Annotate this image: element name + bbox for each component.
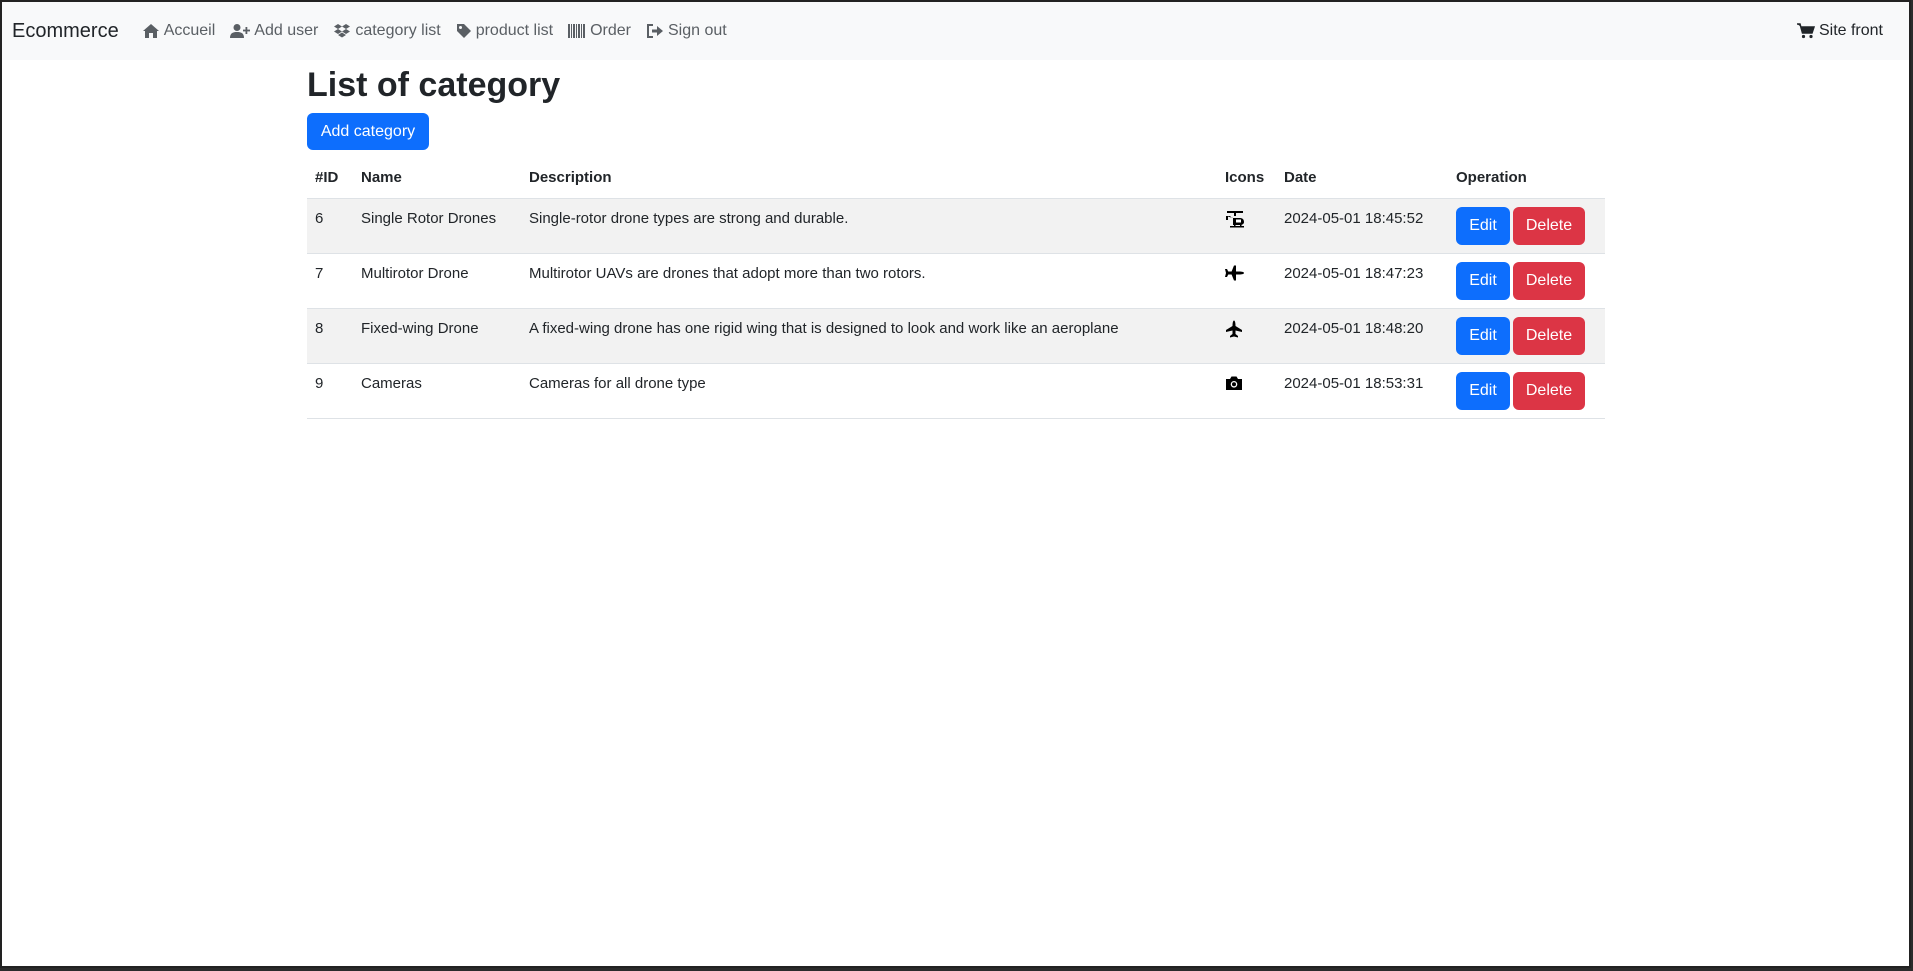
browser-viewport: Ecommerce Accueil Add user category list…	[0, 0, 1911, 968]
page-title: List of category	[307, 66, 561, 104]
helicopter-icon	[1226, 210, 1244, 227]
nav-item-label: Order	[590, 22, 631, 39]
cell-date: 2024-05-01 18:45:52	[1276, 198, 1448, 254]
cell-name: Cameras	[353, 363, 521, 419]
cell-date: 2024-05-01 18:48:20	[1276, 308, 1448, 364]
navbar-brand[interactable]: Ecommerce	[12, 20, 119, 43]
user-plus-icon	[230, 24, 251, 38]
cell-operation: Edit Delete	[1448, 253, 1605, 309]
cell-icon	[1217, 363, 1276, 419]
delete-button[interactable]: Delete	[1513, 261, 1585, 300]
dropbox-icon	[334, 24, 351, 38]
nav-item-product-list[interactable]: product list	[456, 22, 553, 40]
sign-out-icon	[646, 24, 663, 38]
cell-date: 2024-05-01 18:47:23	[1276, 253, 1448, 309]
fighter-jet-icon	[1226, 320, 1242, 337]
cell-description: Cameras for all drone type	[521, 363, 1217, 419]
table-row: 8 Fixed-wing Drone A fixed-wing drone ha…	[307, 308, 1605, 364]
cell-icon	[1217, 253, 1276, 309]
delete-button[interactable]: Delete	[1513, 206, 1585, 245]
category-table: #ID Name Description Icons Date Operatio…	[307, 157, 1605, 419]
table-header-row: #ID Name Description Icons Date Operatio…	[307, 157, 1605, 199]
nav-item-label: Sign out	[667, 22, 727, 39]
nav-item-accueil[interactable]: Accueil	[142, 22, 216, 40]
cell-description: Single-rotor drone types are strong and …	[521, 198, 1217, 254]
table-row: 6 Single Rotor Drones Single-rotor drone…	[307, 198, 1605, 254]
nav-item-label: category list	[355, 22, 441, 39]
edit-button[interactable]: Edit	[1456, 206, 1510, 245]
column-header-name: Name	[353, 157, 521, 199]
cell-icon	[1217, 308, 1276, 364]
column-header-description: Description	[521, 157, 1217, 199]
cell-operation: Edit Delete	[1448, 363, 1605, 419]
cell-id: 8	[307, 308, 353, 364]
edit-button[interactable]: Edit	[1456, 261, 1510, 300]
nav-item-order[interactable]: Order	[568, 22, 631, 40]
cell-name: Single Rotor Drones	[353, 198, 521, 254]
barcode-icon	[568, 24, 586, 38]
nav-item-site-front[interactable]: Site front	[1796, 22, 1883, 40]
camera-icon	[1226, 376, 1242, 390]
column-header-icons: Icons	[1217, 157, 1276, 199]
main-content: List of category Add category #ID Name D…	[307, 60, 1605, 419]
cell-icon	[1217, 198, 1276, 254]
cell-operation: Edit Delete	[1448, 198, 1605, 254]
delete-button[interactable]: Delete	[1513, 371, 1585, 410]
edit-button[interactable]: Edit	[1456, 316, 1510, 355]
edit-button[interactable]: Edit	[1456, 371, 1510, 410]
navbar: Ecommerce Accueil Add user category list…	[2, 2, 1909, 60]
cell-description: A fixed-wing drone has one rigid wing th…	[521, 308, 1217, 364]
cell-id: 6	[307, 198, 353, 254]
nav-item-label: product list	[475, 22, 554, 39]
column-header-date: Date	[1276, 157, 1448, 199]
nav-item-label: Accueil	[163, 22, 216, 39]
column-header-id: #ID	[307, 157, 353, 199]
add-category-button[interactable]: Add category	[307, 113, 429, 150]
nav-item-label: Site front	[1818, 22, 1883, 39]
tag-icon	[456, 24, 471, 38]
cell-id: 7	[307, 253, 353, 309]
cell-id: 9	[307, 363, 353, 419]
cell-name: Fixed-wing Drone	[353, 308, 521, 364]
plane-icon	[1225, 265, 1244, 280]
shopping-cart-icon	[1796, 23, 1815, 39]
nav-item-label: Add user	[254, 22, 319, 39]
home-icon	[142, 24, 159, 38]
cell-operation: Edit Delete	[1448, 308, 1605, 364]
column-header-operation: Operation	[1448, 157, 1605, 199]
nav-item-category-list[interactable]: category list	[333, 22, 441, 40]
table-row: 9 Cameras Cameras for all drone type 202…	[307, 363, 1605, 419]
cell-name: Multirotor Drone	[353, 253, 521, 309]
navbar-right: Site front	[1796, 2, 1883, 60]
cell-description: Multirotor UAVs are drones that adopt mo…	[521, 253, 1217, 309]
cell-date: 2024-05-01 18:53:31	[1276, 363, 1448, 419]
nav-item-sign-out[interactable]: Sign out	[646, 22, 727, 40]
nav-item-add-user[interactable]: Add user	[230, 22, 318, 40]
table-row: 7 Multirotor Drone Multirotor UAVs are d…	[307, 253, 1605, 309]
delete-button[interactable]: Delete	[1513, 316, 1585, 355]
